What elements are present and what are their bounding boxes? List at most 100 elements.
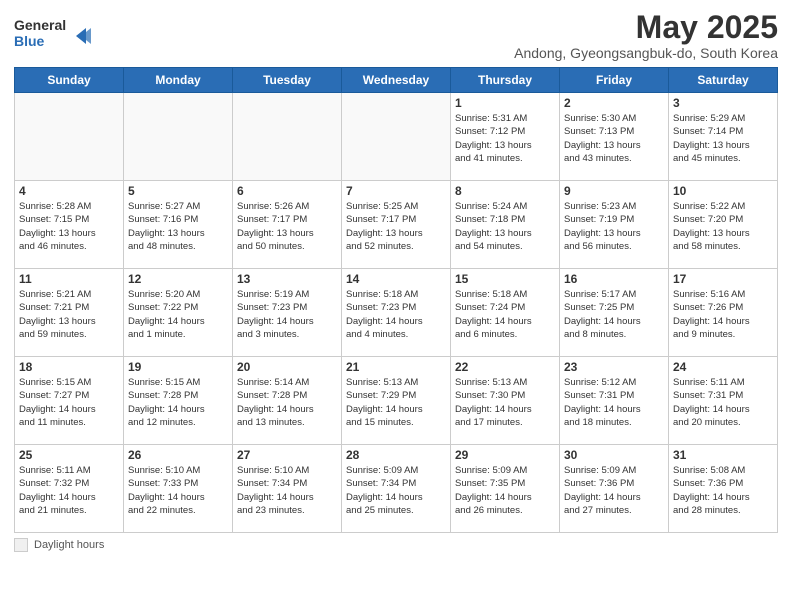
calendar-cell: 26Sunrise: 5:10 AM Sunset: 7:33 PM Dayli…	[124, 445, 233, 533]
col-header-friday: Friday	[560, 68, 669, 93]
calendar-week-2: 4 Sunrise: 5:28 AM Sunset: 7:15 PM Daylig…	[15, 181, 778, 269]
day-number: 21	[346, 360, 446, 374]
day-info: Sunrise: 5:30 AM Sunset: 7:13 PM Dayligh…	[564, 112, 664, 165]
day-number: 2	[564, 96, 664, 110]
day-number: 3	[673, 96, 773, 110]
title-section: May 2025 Andong, Gyeongsangbuk-do, South…	[514, 10, 778, 61]
day-number: 18	[19, 360, 119, 374]
day-info: Sunrise: 5:15 AM Sunset: 7:27 PM Dayligh…	[19, 376, 119, 429]
day-info: Sunrise: 5:13 AM Sunset: 7:29 PM Dayligh…	[346, 376, 446, 429]
calendar-cell	[124, 93, 233, 181]
col-header-sunday: Sunday	[15, 68, 124, 93]
day-info: Sunrise: 5:20 AM Sunset: 7:22 PM Dayligh…	[128, 288, 228, 341]
day-info: Sunrise: 5:15 AM Sunset: 7:28 PM Dayligh…	[128, 376, 228, 429]
month-title: May 2025	[514, 10, 778, 45]
day-number: 13	[237, 272, 337, 286]
calendar-cell: 30Sunrise: 5:09 AM Sunset: 7:36 PM Dayli…	[560, 445, 669, 533]
calendar-cell: 4 Sunrise: 5:28 AM Sunset: 7:15 PM Daylig…	[15, 181, 124, 269]
day-number: 14	[346, 272, 446, 286]
daylight-legend-box	[14, 538, 28, 552]
day-number: 26	[128, 448, 228, 462]
calendar-cell: 19 Sunrise: 5:15 AM Sunset: 7:28 PM Dayli…	[124, 357, 233, 445]
calendar-cell: 10Sunrise: 5:22 AM Sunset: 7:20 PM Dayli…	[669, 181, 778, 269]
calendar-table: SundayMondayTuesdayWednesdayThursdayFrid…	[14, 67, 778, 533]
day-number: 31	[673, 448, 773, 462]
day-number: 15	[455, 272, 555, 286]
day-number: 4	[19, 184, 119, 198]
day-number: 16	[564, 272, 664, 286]
calendar-week-4: 18 Sunrise: 5:15 AM Sunset: 7:27 PM Dayli…	[15, 357, 778, 445]
calendar-cell: 7Sunrise: 5:25 AM Sunset: 7:17 PM Daylig…	[342, 181, 451, 269]
day-info: Sunrise: 5:09 AM Sunset: 7:35 PM Dayligh…	[455, 464, 555, 517]
calendar-cell: 18 Sunrise: 5:15 AM Sunset: 7:27 PM Dayli…	[15, 357, 124, 445]
calendar-cell: 2 Sunrise: 5:30 AM Sunset: 7:13 PM Daylig…	[560, 93, 669, 181]
calendar-cell: 28 Sunrise: 5:09 AM Sunset: 7:34 PM Dayli…	[342, 445, 451, 533]
day-info: Sunrise: 5:16 AM Sunset: 7:26 PM Dayligh…	[673, 288, 773, 341]
day-info: Sunrise: 5:22 AM Sunset: 7:20 PM Dayligh…	[673, 200, 773, 253]
calendar-cell: 3Sunrise: 5:29 AM Sunset: 7:14 PM Daylig…	[669, 93, 778, 181]
location-subtitle: Andong, Gyeongsangbuk-do, South Korea	[514, 45, 778, 61]
header: General Blue May 2025 Andong, Gyeongsang…	[14, 10, 778, 61]
day-number: 8	[455, 184, 555, 198]
day-info: Sunrise: 5:12 AM Sunset: 7:31 PM Dayligh…	[564, 376, 664, 429]
calendar-week-3: 11 Sunrise: 5:21 AM Sunset: 7:21 PM Dayli…	[15, 269, 778, 357]
calendar-header-row: SundayMondayTuesdayWednesdayThursdayFrid…	[15, 68, 778, 93]
calendar-cell	[15, 93, 124, 181]
day-number: 28	[346, 448, 446, 462]
day-number: 22	[455, 360, 555, 374]
calendar-cell: 22 Sunrise: 5:13 AM Sunset: 7:30 PM Dayli…	[451, 357, 560, 445]
day-info: Sunrise: 5:18 AM Sunset: 7:24 PM Dayligh…	[455, 288, 555, 341]
footer: Daylight hours	[14, 538, 778, 552]
day-number: 12	[128, 272, 228, 286]
day-number: 24	[673, 360, 773, 374]
day-number: 9	[564, 184, 664, 198]
day-number: 17	[673, 272, 773, 286]
day-info: Sunrise: 5:31 AM Sunset: 7:12 PM Dayligh…	[455, 112, 555, 165]
day-number: 27	[237, 448, 337, 462]
day-info: Sunrise: 5:21 AM Sunset: 7:21 PM Dayligh…	[19, 288, 119, 341]
calendar-cell: 16Sunrise: 5:17 AM Sunset: 7:25 PM Dayli…	[560, 269, 669, 357]
day-number: 19	[128, 360, 228, 374]
calendar-cell: 29 Sunrise: 5:09 AM Sunset: 7:35 PM Dayli…	[451, 445, 560, 533]
calendar-cell: 12 Sunrise: 5:20 AM Sunset: 7:22 PM Dayli…	[124, 269, 233, 357]
day-info: Sunrise: 5:13 AM Sunset: 7:30 PM Dayligh…	[455, 376, 555, 429]
calendar-cell: 8 Sunrise: 5:24 AM Sunset: 7:18 PM Daylig…	[451, 181, 560, 269]
calendar-cell: 6Sunrise: 5:26 AM Sunset: 7:17 PM Daylig…	[233, 181, 342, 269]
day-number: 20	[237, 360, 337, 374]
day-info: Sunrise: 5:14 AM Sunset: 7:28 PM Dayligh…	[237, 376, 337, 429]
logo: General Blue	[14, 14, 104, 59]
day-number: 30	[564, 448, 664, 462]
day-number: 7	[346, 184, 446, 198]
calendar-cell: 13 Sunrise: 5:19 AM Sunset: 7:23 PM Dayli…	[233, 269, 342, 357]
day-info: Sunrise: 5:28 AM Sunset: 7:15 PM Dayligh…	[19, 200, 119, 253]
calendar-cell: 11 Sunrise: 5:21 AM Sunset: 7:21 PM Dayli…	[15, 269, 124, 357]
calendar-cell: 25 Sunrise: 5:11 AM Sunset: 7:32 PM Dayli…	[15, 445, 124, 533]
col-header-monday: Monday	[124, 68, 233, 93]
calendar-cell	[233, 93, 342, 181]
day-number: 29	[455, 448, 555, 462]
col-header-wednesday: Wednesday	[342, 68, 451, 93]
calendar-cell: 23Sunrise: 5:12 AM Sunset: 7:31 PM Dayli…	[560, 357, 669, 445]
calendar-week-1: 1 Sunrise: 5:31 AM Sunset: 7:12 PM Daylig…	[15, 93, 778, 181]
calendar-cell: 20 Sunrise: 5:14 AM Sunset: 7:28 PM Dayli…	[233, 357, 342, 445]
day-info: Sunrise: 5:19 AM Sunset: 7:23 PM Dayligh…	[237, 288, 337, 341]
calendar-cell: 21 Sunrise: 5:13 AM Sunset: 7:29 PM Dayli…	[342, 357, 451, 445]
calendar-cell: 9Sunrise: 5:23 AM Sunset: 7:19 PM Daylig…	[560, 181, 669, 269]
day-number: 25	[19, 448, 119, 462]
col-header-thursday: Thursday	[451, 68, 560, 93]
day-info: Sunrise: 5:26 AM Sunset: 7:17 PM Dayligh…	[237, 200, 337, 253]
day-info: Sunrise: 5:24 AM Sunset: 7:18 PM Dayligh…	[455, 200, 555, 253]
day-info: Sunrise: 5:09 AM Sunset: 7:34 PM Dayligh…	[346, 464, 446, 517]
day-number: 1	[455, 96, 555, 110]
day-info: Sunrise: 5:11 AM Sunset: 7:31 PM Dayligh…	[673, 376, 773, 429]
svg-text:Blue: Blue	[14, 33, 45, 49]
daylight-label: Daylight hours	[34, 539, 104, 551]
calendar-cell: 24 Sunrise: 5:11 AM Sunset: 7:31 PM Dayli…	[669, 357, 778, 445]
calendar-cell: 1 Sunrise: 5:31 AM Sunset: 7:12 PM Daylig…	[451, 93, 560, 181]
calendar-cell	[342, 93, 451, 181]
calendar-cell: 27Sunrise: 5:10 AM Sunset: 7:34 PM Dayli…	[233, 445, 342, 533]
calendar-cell: 15 Sunrise: 5:18 AM Sunset: 7:24 PM Dayli…	[451, 269, 560, 357]
col-header-tuesday: Tuesday	[233, 68, 342, 93]
day-number: 11	[19, 272, 119, 286]
day-info: Sunrise: 5:11 AM Sunset: 7:32 PM Dayligh…	[19, 464, 119, 517]
